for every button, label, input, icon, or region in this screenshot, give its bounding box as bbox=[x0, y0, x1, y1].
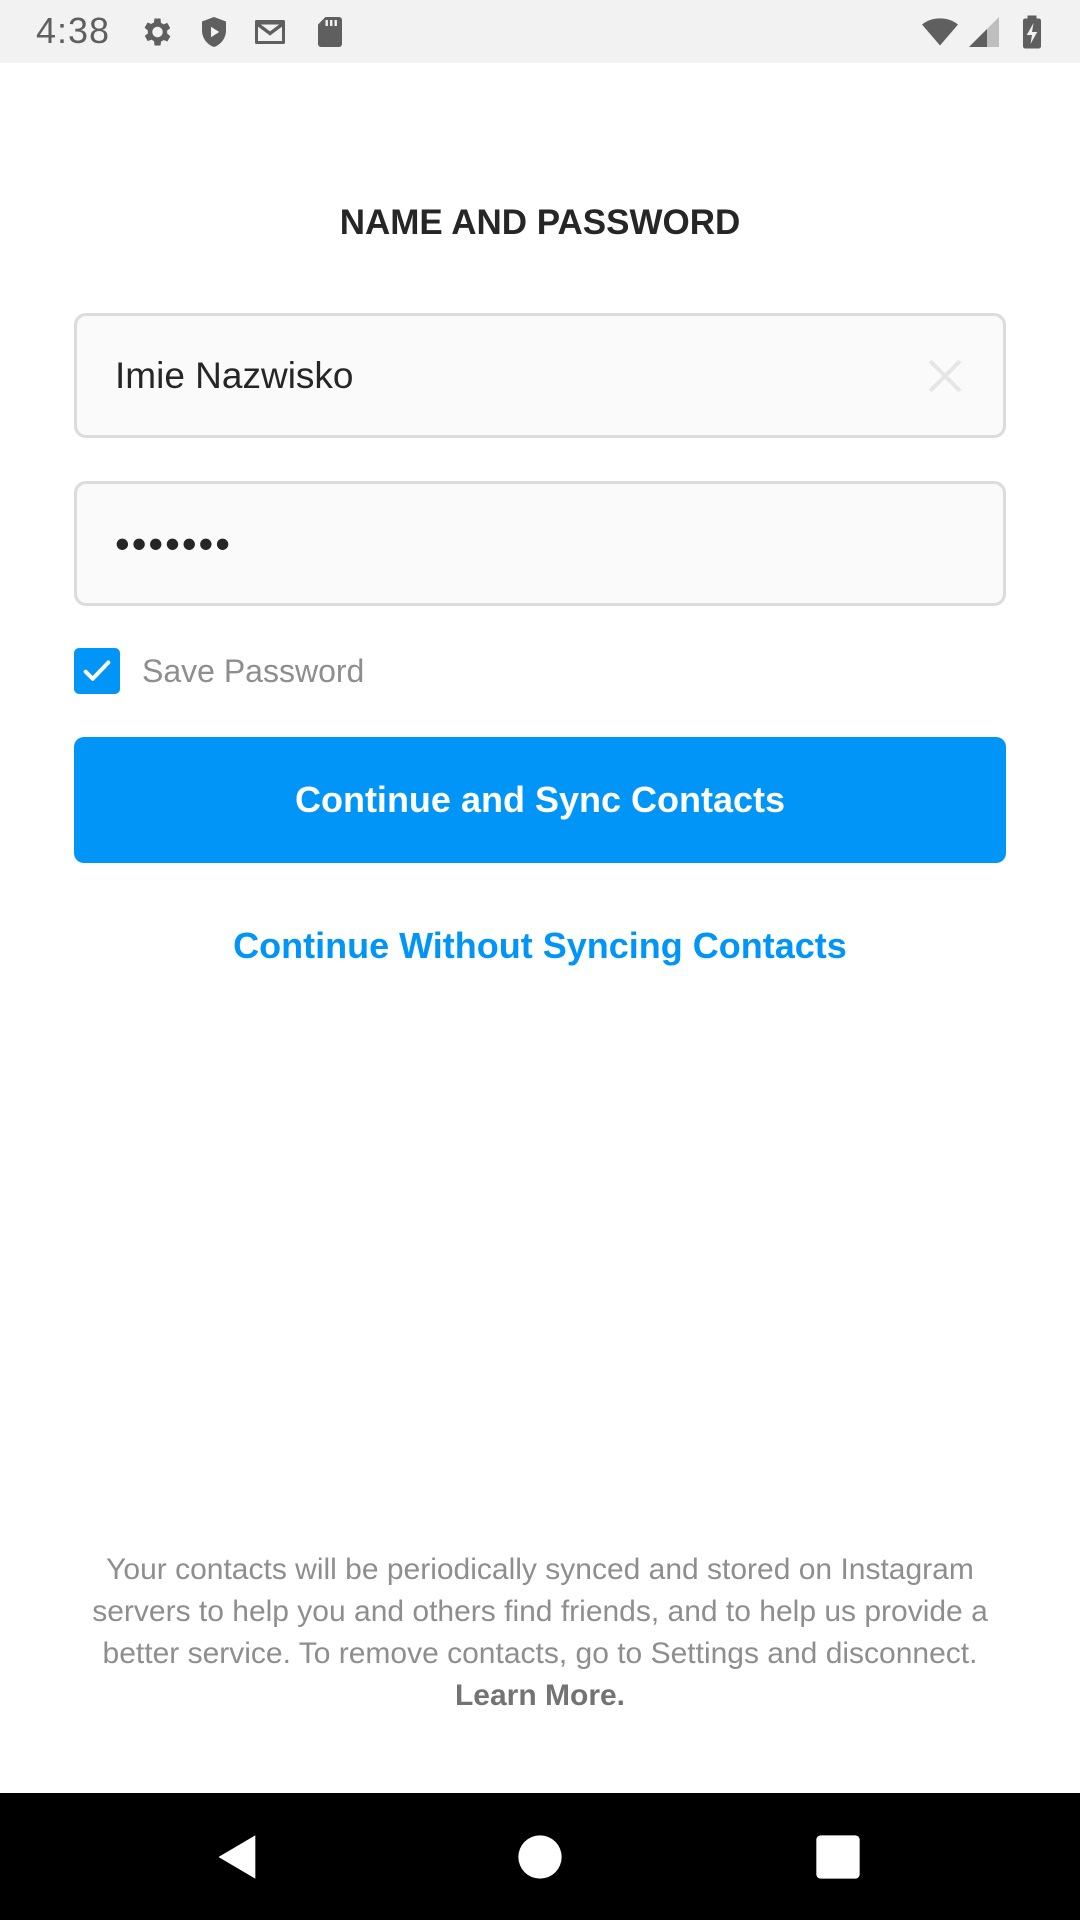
settings-icon bbox=[144, 18, 171, 46]
learn-more-link[interactable]: Learn More. bbox=[455, 1679, 625, 1712]
clear-icon[interactable] bbox=[925, 356, 965, 396]
home-icon[interactable] bbox=[514, 1831, 566, 1883]
checkmark-icon bbox=[83, 660, 111, 681]
status-bar: 4:38 bbox=[0, 0, 1080, 63]
back-icon[interactable] bbox=[212, 1831, 264, 1883]
signal-icon bbox=[969, 17, 999, 47]
contacts-sync-note: Your contacts will be periodically synce… bbox=[74, 1549, 1006, 1717]
status-time: 4:38 bbox=[36, 10, 111, 51]
contacts-sync-note-text: Your contacts will be periodically synce… bbox=[92, 1553, 988, 1670]
name-field[interactable] bbox=[74, 313, 1006, 438]
continue-sync-button[interactable]: Continue and Sync Contacts bbox=[74, 737, 1006, 863]
recents-icon[interactable] bbox=[812, 1831, 864, 1883]
name-input[interactable] bbox=[115, 316, 935, 435]
signup-screen: NAME AND PASSWORD Save Password Continue… bbox=[0, 63, 1080, 1793]
battery-charging-icon bbox=[1023, 15, 1041, 49]
sd-card-icon bbox=[318, 17, 342, 47]
password-field[interactable] bbox=[74, 481, 1006, 606]
page-title: NAME AND PASSWORD bbox=[339, 203, 741, 242]
save-password-label: Save Password bbox=[142, 652, 365, 689]
wifi-icon bbox=[922, 18, 958, 46]
gmail-icon bbox=[255, 20, 285, 44]
password-input[interactable] bbox=[115, 484, 935, 603]
shield-icon bbox=[202, 17, 226, 47]
navigation-bar bbox=[0, 1793, 1080, 1920]
continue-without-sync-link[interactable]: Continue Without Syncing Contacts bbox=[0, 925, 1080, 967]
save-password-checkbox[interactable] bbox=[74, 648, 120, 694]
save-password-row[interactable]: Save Password bbox=[74, 648, 364, 694]
